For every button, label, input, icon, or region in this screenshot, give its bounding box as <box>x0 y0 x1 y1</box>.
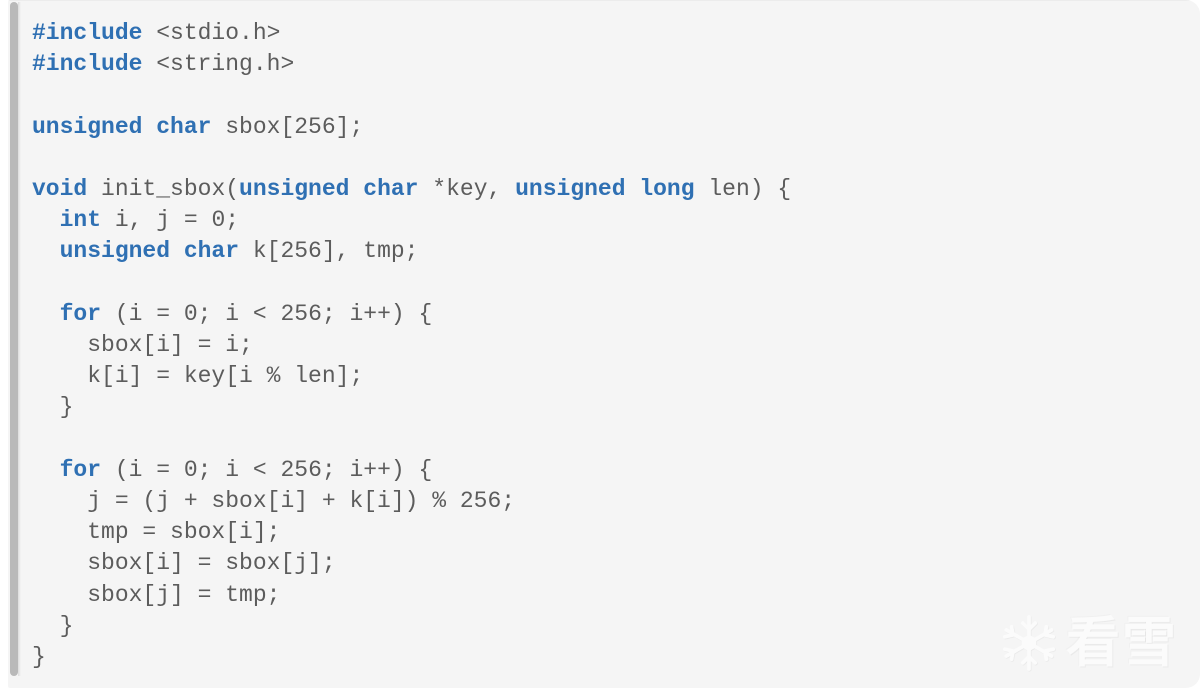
code-keyword: for <box>59 300 102 327</box>
code-text: sbox[256]; <box>211 113 364 140</box>
code-keyword: unsigned long <box>515 176 695 203</box>
code-line: k[i] = key[i % len]; <box>32 361 1200 392</box>
code-line: void init_sbox(unsigned char *key, unsig… <box>32 174 1200 205</box>
code-keyword: unsigned char <box>32 113 212 140</box>
code-line: sbox[i] = i; <box>32 330 1200 361</box>
code-text: <string.h> <box>142 51 295 78</box>
code-text: (i = 0; i < 256; i++) { <box>101 300 433 327</box>
code-text: tmp = sbox[i]; <box>32 519 281 546</box>
code-line: } <box>32 392 1200 423</box>
code-line: sbox[j] = tmp; <box>32 580 1200 611</box>
code-text: *key, <box>418 176 516 203</box>
code-line: #include <string.h> <box>32 49 1200 80</box>
code-text: init_sbox( <box>87 176 240 203</box>
code-text: sbox[i] = sbox[j]; <box>32 550 336 577</box>
code-line: for (i = 0; i < 256; i++) { <box>32 299 1200 330</box>
source-code: #include <stdio.h> #include <string.h> un… <box>32 18 1200 673</box>
code-text: sbox[i] = i; <box>32 332 253 359</box>
code-scroll-area[interactable]: #include <stdio.h> #include <string.h> un… <box>24 0 1200 688</box>
code-keyword: unsigned char <box>239 176 419 203</box>
code-text: k[i] = key[i % len]; <box>32 363 364 390</box>
code-line: #include <stdio.h> <box>32 18 1200 49</box>
code-text: i, j = 0; <box>101 207 240 234</box>
code-line: for (i = 0; i < 256; i++) { <box>32 455 1200 486</box>
code-keyword: #include <box>32 51 143 78</box>
code-text: } <box>32 644 46 671</box>
code-text: } <box>32 394 74 421</box>
code-line: tmp = sbox[i]; <box>32 517 1200 548</box>
code-text: <stdio.h> <box>142 20 281 46</box>
code-line: int i, j = 0; <box>32 205 1200 236</box>
code-keyword: for <box>59 456 102 483</box>
code-line: unsigned char sbox[256]; <box>32 112 1200 143</box>
code-line: } <box>32 642 1200 673</box>
code-text: j = (j + sbox[i] + k[i]) % 256; <box>32 488 516 515</box>
vertical-scrollbar[interactable] <box>10 2 21 676</box>
code-line: unsigned char k[256], tmp; <box>32 236 1200 267</box>
code-line: } <box>32 611 1200 642</box>
code-block-card: #include <stdio.h> #include <string.h> un… <box>8 0 1200 688</box>
code-text: k[256], tmp; <box>239 238 419 265</box>
code-keyword: int <box>59 207 102 234</box>
code-text: len) { <box>694 176 792 203</box>
code-text: sbox[j] = tmp; <box>32 581 281 608</box>
code-keyword: unsigned char <box>59 238 240 265</box>
code-text: (i = 0; i < 256; i++) { <box>101 456 433 483</box>
code-keyword: #include <box>32 20 143 46</box>
code-line: sbox[i] = sbox[j]; <box>32 548 1200 579</box>
code-text: } <box>32 612 74 639</box>
code-line: j = (j + sbox[i] + k[i]) % 256; <box>32 486 1200 517</box>
code-keyword: void <box>32 176 88 203</box>
